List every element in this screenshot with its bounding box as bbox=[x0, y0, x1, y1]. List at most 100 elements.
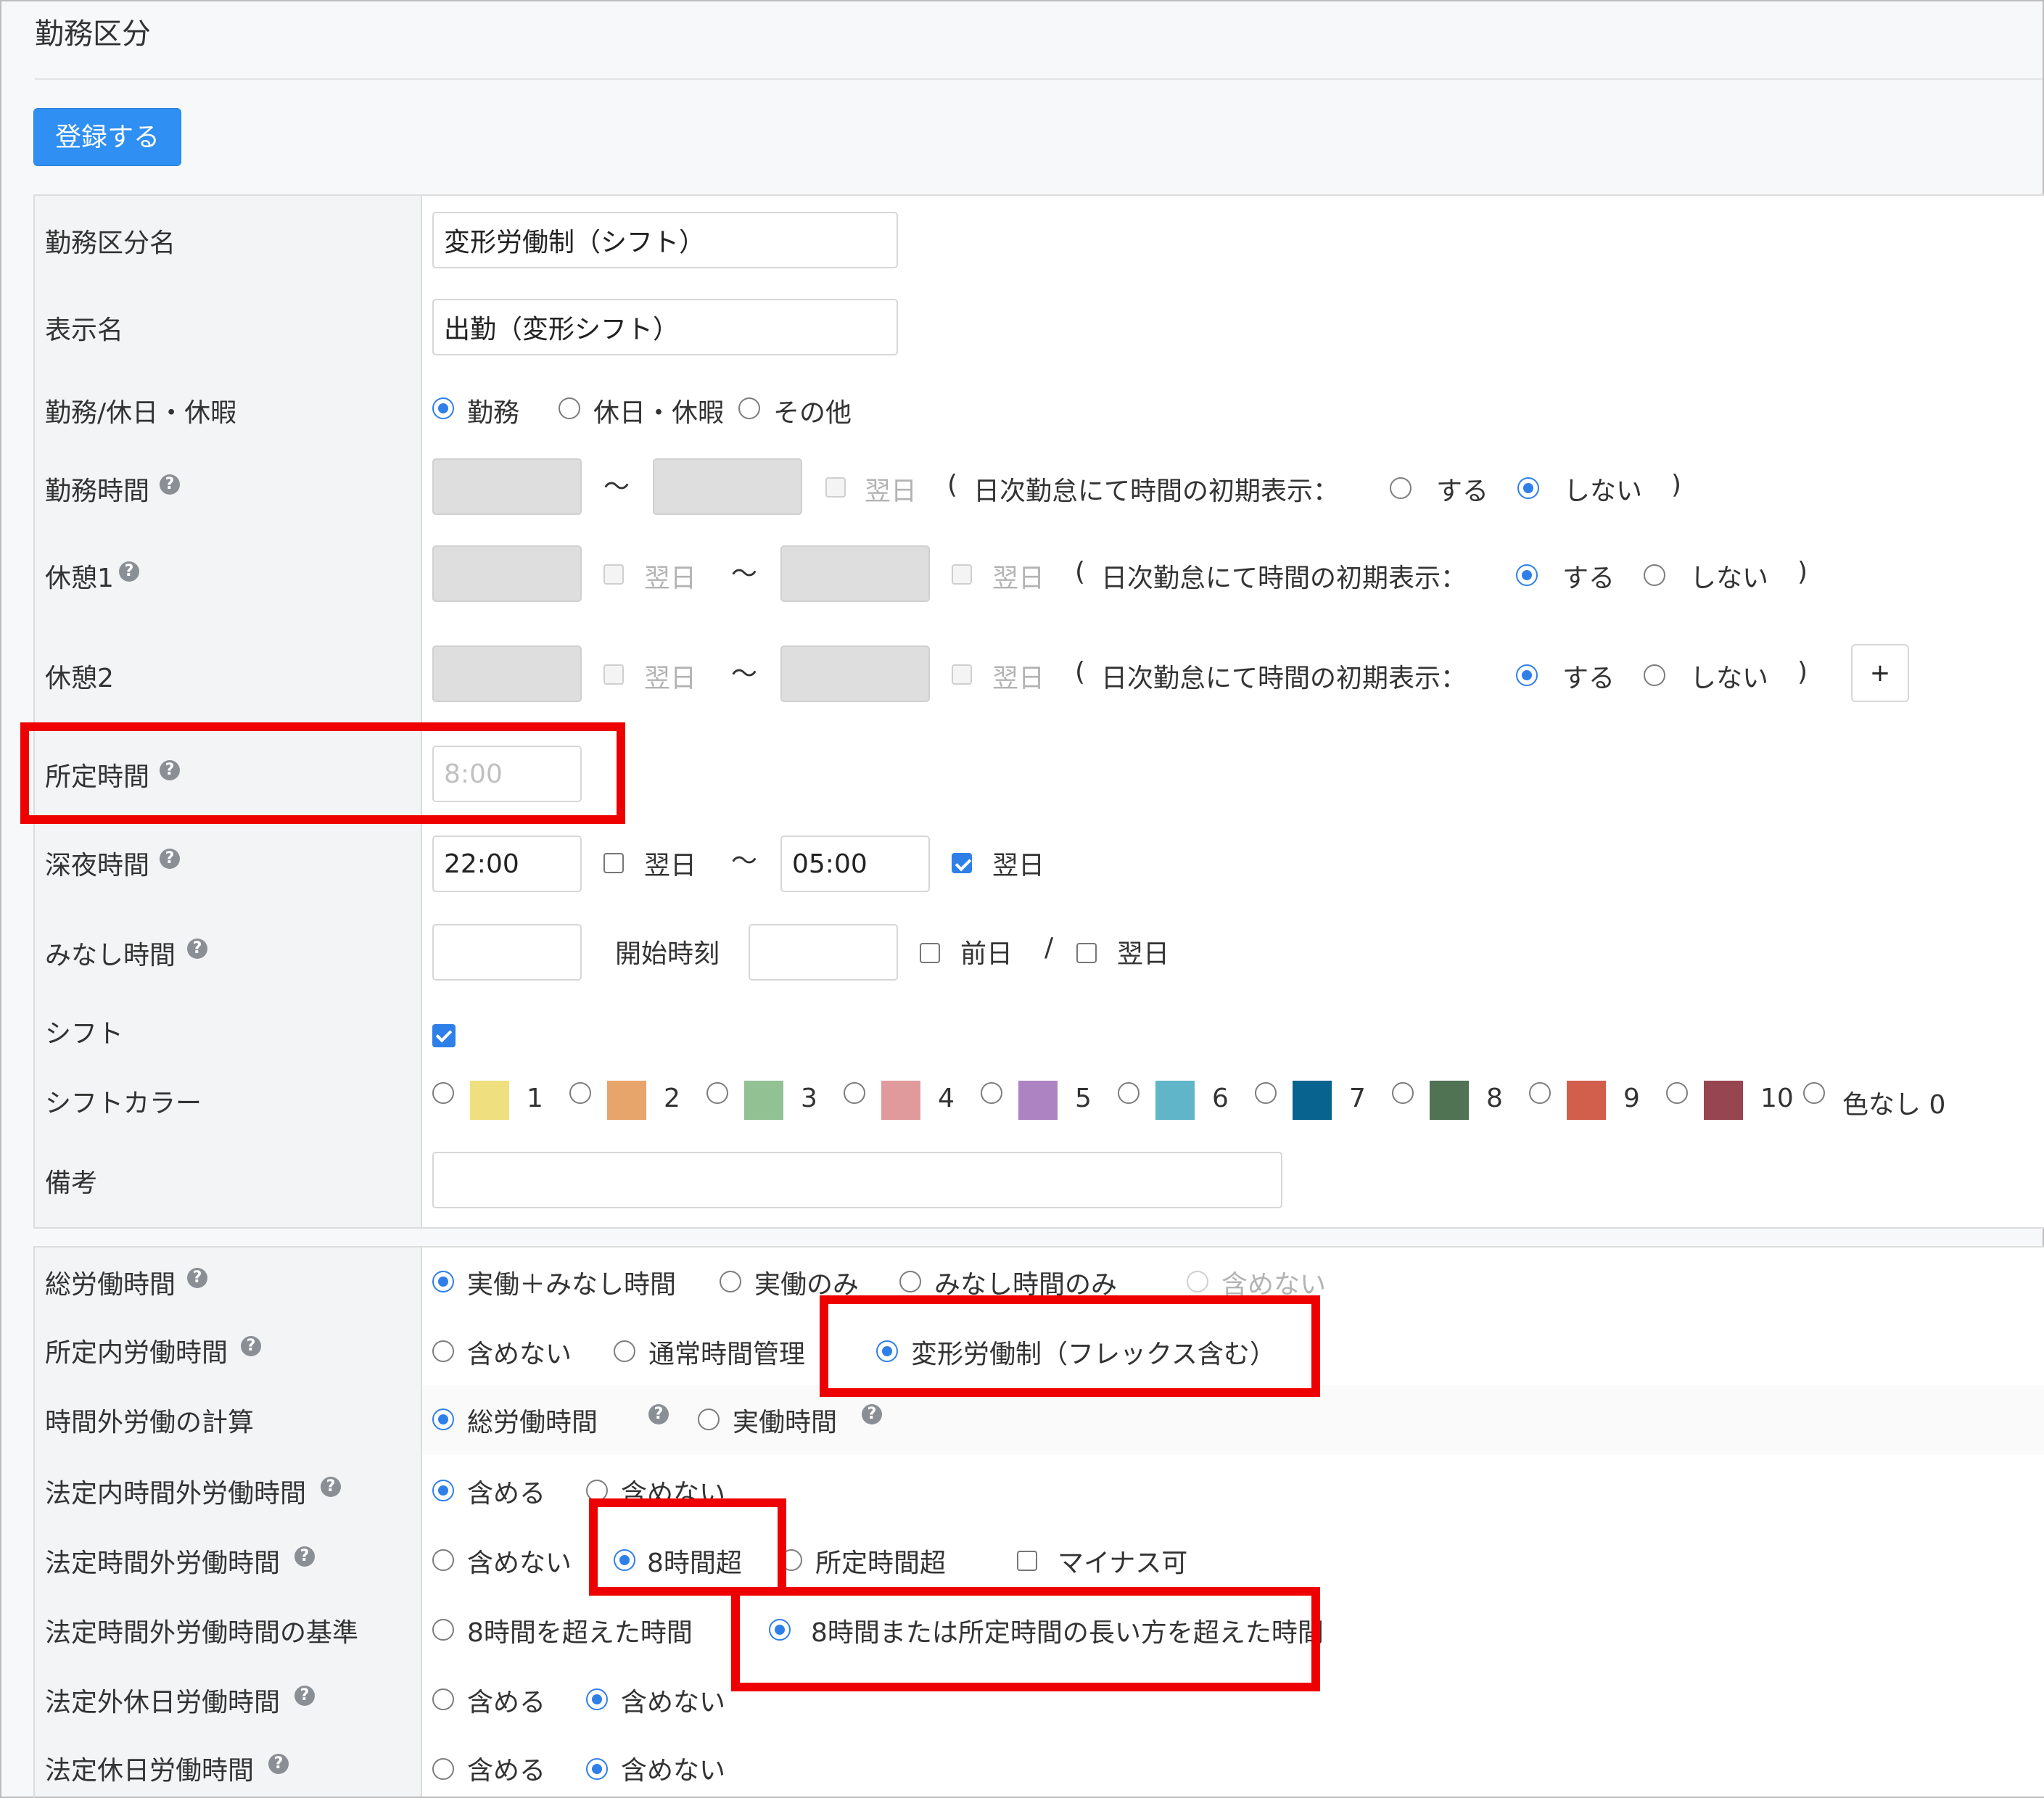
shift-color-radio-4[interactable] bbox=[844, 1082, 865, 1104]
option-label: 通常時間管理 bbox=[648, 1340, 806, 1369]
help-icon[interactable]: ? bbox=[268, 1754, 289, 1774]
paren: ( bbox=[1075, 657, 1086, 687]
option-label: 勤務 bbox=[467, 398, 520, 428]
work-init-radio-dont[interactable] bbox=[1517, 477, 1539, 499]
initial-display-label: 日次勤怠にて時間の初期表示： bbox=[1101, 664, 1467, 693]
option-label: 総労働時間 bbox=[467, 1408, 598, 1438]
initial-display-label: 日次勤怠にて時間の初期表示： bbox=[973, 477, 1340, 506]
option-label: 休日・休暇 bbox=[593, 398, 725, 428]
option-label: みなし時間のみ bbox=[934, 1270, 1118, 1300]
shift-color-number: 5 bbox=[1075, 1084, 1092, 1113]
page-title: 勤務区分 bbox=[35, 17, 151, 51]
work-init-radio-do[interactable] bbox=[1390, 477, 1412, 499]
break2-init-radio-dont[interactable] bbox=[1644, 664, 1665, 686]
help-icon[interactable]: ? bbox=[321, 1477, 341, 1497]
help-icon[interactable]: ? bbox=[160, 760, 180, 780]
break1-init-radio-dont[interactable] bbox=[1644, 564, 1665, 586]
scheduled-in-radio-exclude[interactable] bbox=[432, 1340, 454, 1362]
shift-color-radio-none[interactable] bbox=[1803, 1082, 1825, 1104]
option-label: マイナス可 bbox=[1058, 1548, 1188, 1578]
field-label: 法定外休日労働時間 bbox=[45, 1688, 281, 1717]
row-legal-holiday: 法定休日労働時間 ? 含める 含めない bbox=[35, 1733, 2044, 1797]
legal-overtime-radio-exclude[interactable] bbox=[432, 1549, 454, 1571]
option-label: 実働時間 bbox=[733, 1408, 838, 1438]
remarks-input[interactable] bbox=[432, 1152, 1282, 1208]
field-label: 備考 bbox=[45, 1168, 98, 1198]
name-input[interactable]: 変形労働制（シフト） bbox=[432, 212, 898, 268]
non-legal-holiday-radio-include[interactable] bbox=[432, 1688, 454, 1710]
shift-color-number: 3 bbox=[801, 1084, 817, 1113]
legal-overtime-radio-scheduled[interactable] bbox=[780, 1549, 802, 1571]
deemed-next-day-checkbox[interactable] bbox=[1076, 943, 1097, 963]
basis-radio-longer[interactable] bbox=[769, 1619, 791, 1641]
legal-holiday-radio-include[interactable] bbox=[432, 1758, 454, 1780]
break1-init-radio-do[interactable] bbox=[1516, 564, 1538, 586]
field-label: 法定休日労働時間 bbox=[45, 1756, 255, 1786]
help-icon[interactable]: ? bbox=[187, 1268, 207, 1288]
shift-color-radio-2[interactable] bbox=[569, 1082, 591, 1104]
work-type-radio-work[interactable] bbox=[432, 397, 454, 419]
break1-start-next-day-checkbox bbox=[603, 564, 624, 585]
legal-in-overtime-radio-include[interactable] bbox=[432, 1480, 454, 1501]
add-break-button[interactable]: + bbox=[1851, 644, 1909, 702]
legal-overtime-minus-checkbox[interactable] bbox=[1017, 1551, 1037, 1571]
shift-color-swatch bbox=[470, 1081, 509, 1120]
help-icon[interactable]: ? bbox=[241, 1336, 261, 1356]
shift-color-number: 9 bbox=[1623, 1084, 1640, 1113]
deemed-time-input[interactable] bbox=[432, 924, 582, 981]
shift-color-radio-7[interactable] bbox=[1255, 1082, 1277, 1104]
display-name-input[interactable]: 出勤（変形シフト） bbox=[432, 299, 898, 355]
night-end-next-day-checkbox[interactable] bbox=[952, 853, 972, 873]
field-label: 法定時間外労働時間の基準 bbox=[45, 1618, 359, 1648]
total-radio-actual-only[interactable] bbox=[720, 1271, 741, 1292]
help-icon[interactable]: ? bbox=[160, 474, 180, 495]
help-icon[interactable]: ? bbox=[862, 1404, 882, 1424]
legal-overtime-radio-8h[interactable] bbox=[614, 1549, 635, 1571]
help-icon[interactable]: ? bbox=[294, 1546, 315, 1567]
option-label: する bbox=[1562, 664, 1615, 693]
shift-color-radio-1[interactable] bbox=[432, 1082, 454, 1104]
deemed-start-input[interactable] bbox=[749, 924, 898, 981]
shift-checkbox[interactable] bbox=[432, 1024, 456, 1047]
help-icon[interactable]: ? bbox=[648, 1404, 669, 1424]
help-icon[interactable]: ? bbox=[160, 849, 180, 869]
scheduled-time-input[interactable]: 8:00 bbox=[432, 746, 582, 802]
field-label: 勤務/休日・休暇 bbox=[45, 398, 237, 428]
night-end-input[interactable]: 05:00 bbox=[780, 836, 930, 892]
scheduled-in-radio-flex[interactable] bbox=[876, 1340, 898, 1362]
help-icon[interactable]: ? bbox=[294, 1686, 315, 1706]
row-display-name: 表示名 出勤（変形シフト） bbox=[35, 284, 2044, 374]
register-button[interactable]: 登録する bbox=[33, 108, 181, 166]
work-type-radio-other[interactable] bbox=[738, 397, 760, 419]
shift-color-radio-8[interactable] bbox=[1392, 1082, 1414, 1104]
total-radio-actual-deemed[interactable] bbox=[432, 1271, 454, 1292]
help-icon[interactable]: ? bbox=[187, 939, 207, 959]
field-label: 法定時間外労働時間 bbox=[45, 1548, 281, 1578]
paren: ) bbox=[1797, 657, 1808, 687]
non-legal-holiday-radio-exclude[interactable] bbox=[586, 1688, 608, 1710]
work-type-radio-holiday[interactable] bbox=[559, 397, 580, 419]
row-total-work: 総労働時間 ? 実働＋みなし時間 実働のみ みなし時間のみ 含めない bbox=[35, 1248, 2044, 1317]
break2-init-radio-do[interactable] bbox=[1516, 664, 1538, 686]
shift-color-radio-6[interactable] bbox=[1118, 1082, 1140, 1104]
total-radio-deemed-only[interactable] bbox=[899, 1271, 921, 1292]
shift-color-radio-9[interactable] bbox=[1529, 1082, 1551, 1104]
basis-radio-8h[interactable] bbox=[432, 1619, 454, 1641]
night-start-input[interactable]: 22:00 bbox=[432, 836, 582, 892]
field-label: 深夜時間 bbox=[45, 851, 150, 881]
night-start-next-day-checkbox[interactable] bbox=[603, 853, 624, 873]
overtime-calc-radio-total[interactable] bbox=[432, 1409, 454, 1430]
shift-color-radio-10[interactable] bbox=[1666, 1082, 1688, 1104]
shift-color-number: 7 bbox=[1349, 1084, 1366, 1113]
deemed-prev-day-checkbox[interactable] bbox=[920, 943, 940, 963]
legal-holiday-radio-exclude[interactable] bbox=[586, 1758, 608, 1780]
next-day-label: 翌日 bbox=[865, 477, 918, 506]
shift-color-radio-3[interactable] bbox=[706, 1082, 728, 1104]
shift-color-radio-5[interactable] bbox=[981, 1082, 1002, 1104]
scheduled-in-radio-normal[interactable] bbox=[614, 1340, 635, 1362]
help-icon[interactable]: ? bbox=[119, 561, 139, 582]
overtime-calc-radio-actual[interactable] bbox=[698, 1409, 720, 1430]
legal-in-overtime-radio-exclude[interactable] bbox=[586, 1480, 608, 1501]
page-frame: 勤務区分 登録する 勤務区分名 変形労働制（シフト） 表示名 出勤（変形シフト）… bbox=[0, 0, 2044, 1798]
option-label: 含めない bbox=[467, 1548, 572, 1578]
